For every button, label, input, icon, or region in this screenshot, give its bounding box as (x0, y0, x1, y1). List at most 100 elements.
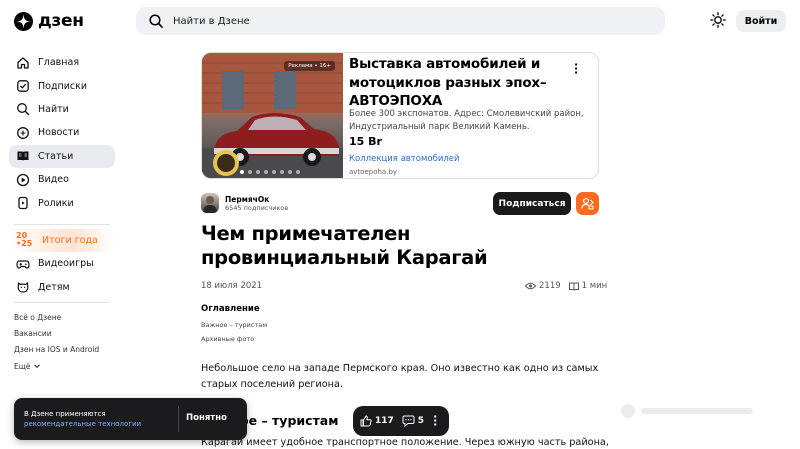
author-name[interactable]: ПермячОк (225, 195, 269, 204)
cookie-accept-button[interactable]: Понятно (186, 413, 227, 423)
article-date: 18 июля 2021 (201, 281, 263, 291)
cookie-message: В Дзене применяются (24, 410, 106, 418)
sidebar-item-label: Найти (38, 103, 69, 115)
cookie-link[interactable]: рекомендательные технологии (24, 420, 141, 428)
sun-icon (710, 12, 726, 28)
search-input[interactable] (173, 15, 613, 27)
toc-item[interactable]: Архивные фото (201, 335, 254, 343)
logo-text: дзен (38, 11, 84, 31)
shorts-icon (18, 196, 28, 210)
link-about[interactable]: Всё о Дзене (14, 309, 115, 325)
person-add-icon (581, 197, 594, 210)
link-apps[interactable]: Дзен на IOS и Android (14, 342, 115, 358)
carousel-dot[interactable] (240, 170, 244, 174)
sidebar-item-label: Ролики (38, 197, 74, 209)
news-icon (17, 126, 29, 139)
avatar[interactable] (201, 193, 219, 213)
cookie-divider (178, 406, 179, 432)
sidebar-item-home[interactable]: Главная (9, 51, 115, 74)
toc-heading: Оглавление (201, 304, 260, 314)
ad-link[interactable]: Коллекция автомобилей (349, 154, 460, 164)
more-label: Ещё (14, 361, 31, 371)
eye-icon (525, 282, 536, 290)
share-button[interactable] (576, 192, 599, 215)
sidebar-item-label: Новости (38, 127, 80, 139)
search-icon (149, 14, 163, 28)
sidebar: Главная Подписки Найти Новости Статьи Ви… (9, 51, 115, 374)
loading-placeholder-bar (641, 408, 753, 414)
loading-placeholder-circle (621, 404, 635, 418)
sidebar-divider (14, 301, 110, 303)
sidebar-item-label: Главная (38, 57, 80, 69)
year-badge-icon: 20 •25 (16, 231, 33, 249)
sidebar-item-year-results[interactable]: 20 •25 Итоги года (9, 228, 115, 253)
ad-domain: avtoepoha.by (349, 168, 398, 176)
theme-toggle-button[interactable] (710, 12, 726, 32)
carousel-dot[interactable] (272, 170, 276, 174)
likes-count: 117 (375, 416, 394, 426)
dzen-logo-icon (14, 11, 33, 31)
link-vacancies[interactable]: Вакансии (14, 325, 115, 341)
ad-title[interactable]: Выставка автомобилей и мотоциклов разных… (349, 55, 559, 111)
sidebar-item-video[interactable]: Видео (9, 168, 115, 191)
sidebar-item-label: Видеоигры (38, 258, 94, 270)
ad-card[interactable]: Реклама • 16+ Выставка автомобилей и мот… (201, 52, 599, 179)
views-count: 2119 (539, 281, 561, 291)
sidebar-item-kids[interactable]: Детям (9, 276, 115, 299)
search-icon (17, 103, 30, 116)
articles-icon (17, 151, 29, 162)
more-options-icon[interactable]: · · · (433, 411, 437, 430)
sidebar-item-shorts[interactable]: Ролики (9, 191, 115, 214)
reactions-bar: 117 5 · · · (353, 406, 449, 436)
read-time-stat: 1 мин (568, 281, 608, 291)
sidebar-item-label: Итоги года (42, 234, 98, 246)
carousel-dot[interactable] (296, 170, 300, 174)
sidebar-item-label: Статьи (38, 150, 74, 162)
gamepad-icon (16, 260, 30, 269)
chevron-down-icon (34, 364, 41, 369)
carousel-dots[interactable] (240, 170, 300, 174)
subscriptions-icon (17, 80, 29, 92)
article-stats: 2119 1 мин (525, 281, 607, 291)
article-paragraph: Небольшое село на западе Пермского края.… (201, 363, 599, 390)
sidebar-item-videogames[interactable]: Видеоигры (9, 252, 115, 275)
cookie-text: В Дзене применяются рекомендательные тех… (24, 409, 164, 429)
comments-count: 5 (417, 416, 425, 426)
cookie-notice: В Дзене применяются рекомендательные тех… (14, 398, 247, 440)
article-paragraph: Карагай имеет удобное транспортное полож… (201, 437, 609, 448)
like-button[interactable]: 117 (360, 415, 394, 427)
ad-price: 15 Br (349, 135, 382, 148)
comment-icon (402, 415, 415, 427)
logo[interactable]: дзен (14, 11, 84, 31)
carousel-dot[interactable] (280, 170, 284, 174)
read-time: 1 мин (581, 281, 608, 291)
link-more[interactable]: Ещё (14, 358, 115, 374)
carousel-dot[interactable] (264, 170, 268, 174)
sidebar-item-news[interactable]: Новости (9, 121, 115, 144)
ad-image[interactable]: Реклама • 16+ (202, 53, 343, 178)
sidebar-item-label: Видео (38, 174, 69, 186)
home-icon (17, 57, 29, 69)
book-icon (568, 282, 579, 291)
video-icon (16, 173, 30, 186)
sidebar-item-subscriptions[interactable]: Подписки (9, 74, 115, 97)
carousel-dot[interactable] (256, 170, 260, 174)
search-bar[interactable] (136, 7, 665, 35)
sidebar-item-search[interactable]: Найти (9, 98, 115, 121)
carousel-dot[interactable] (288, 170, 292, 174)
more-options-icon[interactable]: · · · (574, 59, 578, 78)
thumbs-up-icon (360, 415, 372, 427)
carousel-dot[interactable] (248, 170, 252, 174)
views-stat: 2119 (525, 281, 561, 291)
sidebar-item-articles[interactable]: Статьи (9, 144, 115, 168)
sidebar-divider (14, 223, 110, 225)
author-subscribers: 6545 подписчиков (225, 204, 289, 212)
car-illustration (202, 53, 343, 178)
ad-label-badge: Реклама • 16+ (284, 61, 335, 71)
sidebar-item-label: Подписки (38, 80, 88, 92)
article-title: Чем примечателен провинциальный Карагай (201, 222, 488, 269)
comments-button[interactable]: 5 (402, 415, 424, 427)
toc-item[interactable]: Важное – туристам (201, 321, 267, 329)
subscribe-button[interactable]: Подписаться (493, 192, 571, 215)
login-button[interactable]: Войти (736, 10, 786, 32)
